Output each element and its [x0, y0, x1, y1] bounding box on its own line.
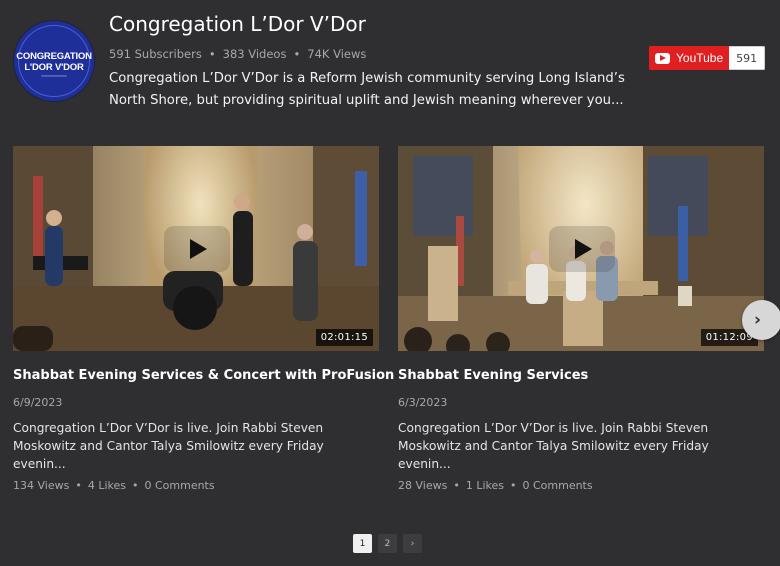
video-likes: 4 Likes — [87, 479, 126, 492]
video-likes: 1 Likes — [465, 479, 504, 492]
video-date: 6/9/2023 — [13, 396, 63, 409]
chevron-right-icon: › — [754, 310, 762, 330]
subscriber-count-badge: 591 — [729, 46, 766, 70]
avatar-text-line2: L'DOR V'DOR — [24, 62, 84, 73]
video-card[interactable]: 02:01:15 Shabbat Evening Services & Conc… — [13, 146, 394, 492]
meta-separator: • — [75, 479, 82, 492]
play-button[interactable] — [164, 226, 230, 272]
video-thumbnail[interactable]: 01:12:09 — [398, 146, 764, 351]
video-title[interactable]: Shabbat Evening Services & Concert with … — [13, 368, 394, 383]
video-count: 383 Videos — [222, 47, 287, 61]
video-duration: 02:01:15 — [315, 329, 373, 346]
page-button-1[interactable]: 1 — [353, 534, 372, 553]
video-card[interactable]: 01:12:09 Shabbat Evening Services 6/3/20… — [398, 146, 764, 492]
youtube-subscribe-label: YouTube — [676, 51, 724, 65]
channel-avatar[interactable]: CONGREGATION L'DOR V'DOR ━━━━━━━━━━━━━━ — [14, 21, 94, 101]
pagination: 1 2 › — [353, 534, 422, 553]
video-thumbnail[interactable]: 02:01:15 — [13, 146, 379, 351]
page-button-2[interactable]: 2 — [378, 534, 397, 553]
avatar-tagline: ━━━━━━━━━━━━━━ — [41, 74, 67, 78]
channel-header: CONGREGATION L'DOR V'DOR ━━━━━━━━━━━━━━ … — [0, 0, 780, 130]
video-description: Congregation L’Dor V’Dor is live. Join R… — [13, 421, 324, 471]
pagination-next-button[interactable]: › — [403, 534, 422, 553]
stats-separator: • — [293, 47, 301, 61]
video-meta: 28 Views • 1 Likes • 0 Comments — [398, 479, 764, 492]
meta-separator: • — [509, 479, 517, 492]
stats-separator: • — [208, 47, 216, 61]
channel-title[interactable]: Congregation L’Dor V’Dor — [109, 12, 366, 36]
video-views: 28 Views — [398, 479, 448, 492]
video-meta: 134 Views • 4 Likes • 0 Comments — [13, 479, 379, 492]
youtube-subscribe-button[interactable]: YouTube 591 — [649, 46, 766, 70]
avatar-text-line1: CONGREGATION — [16, 51, 92, 62]
channel-description: Congregation L’Dor V’Dor is a Reform Jew… — [109, 71, 625, 108]
meta-separator: • — [131, 479, 139, 492]
video-date: 6/3/2023 — [398, 396, 448, 409]
meta-separator: • — [453, 479, 460, 492]
video-views: 134 Views — [13, 479, 70, 492]
channel-stats: 591 Subscribers • 383 Videos • 74K Views — [109, 47, 366, 61]
video-comments: 0 Comments — [144, 479, 215, 492]
carousel-next-button[interactable]: › — [742, 300, 780, 340]
video-description: Congregation L’Dor V’Dor is live. Join R… — [398, 421, 709, 471]
subscriber-count: 591 Subscribers — [109, 47, 202, 61]
video-title[interactable]: Shabbat Evening Services — [398, 368, 764, 383]
play-button[interactable] — [549, 226, 615, 272]
video-comments: 0 Comments — [522, 479, 593, 492]
view-count: 74K Views — [307, 47, 367, 61]
youtube-subscribe-main[interactable]: YouTube — [649, 46, 730, 70]
youtube-logo-icon — [655, 52, 670, 64]
